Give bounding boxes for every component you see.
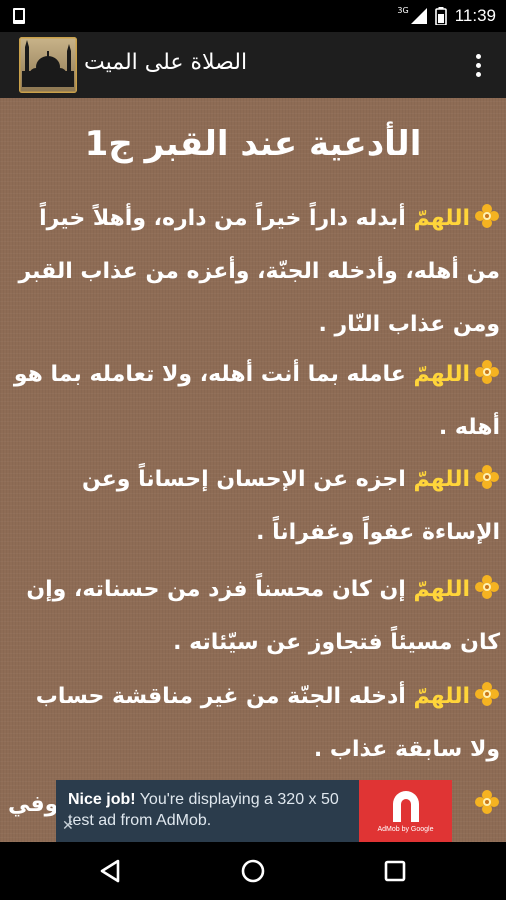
navigation-bar [0, 842, 506, 900]
ad-brand: AdMob by Google [377, 826, 434, 833]
dua-lead: اللهمّ [413, 206, 470, 231]
dua-lead: اللهمّ [413, 362, 470, 387]
admob-logo-icon [393, 791, 419, 822]
app-title: الصلاة على الميت [84, 50, 248, 75]
mosque-icon [19, 37, 77, 93]
ad-close-icon[interactable]: ✕ [62, 818, 74, 834]
dua-item: اللهمّ عامله بما أنت أهله، ولا تعامله بم… [8, 348, 500, 454]
ad-headline: Nice job! [68, 791, 136, 808]
flower-icon [475, 204, 499, 228]
dua-item: اللهمّ أدخله الجنّة من غير مناقشة حساب و… [8, 670, 500, 776]
app-bar: الصلاة على الميت [0, 32, 506, 98]
network-type-label: 3G [397, 5, 409, 15]
signal-icon [410, 8, 427, 24]
flower-icon [475, 575, 499, 599]
ad-text-area[interactable]: Nice job! You're displaying a 320 x 50 t… [56, 780, 359, 842]
ad-text[interactable]: Nice job! You're displaying a 320 x 50 t… [68, 789, 356, 831]
clock: 11:39 [454, 6, 496, 25]
dua-lead: اللهمّ [413, 577, 470, 602]
flower-icon [475, 682, 499, 706]
recents-square-icon[interactable] [380, 856, 410, 886]
dua-lead: اللهمّ [413, 684, 470, 709]
dua-item: اللهمّ أبدله داراً خيراً من داره، وأهلاً… [8, 192, 500, 351]
overflow-menu-icon[interactable] [460, 46, 496, 84]
battery-icon [434, 7, 447, 25]
dua-item: اللهمّ إن كان محسناً فزد من حسناته، وإن … [8, 563, 500, 669]
dua-item: اللهمّ اجزه عن الإحسان إحساناً وعن الإسا… [8, 453, 500, 559]
flower-icon [475, 360, 499, 384]
flower-icon [475, 465, 499, 489]
flower-icon [475, 790, 499, 814]
dua-lead: اللهمّ [413, 467, 470, 492]
back-triangle-icon[interactable] [96, 856, 126, 886]
ad-banner[interactable]: Nice job! You're displaying a 320 x 50 t… [56, 780, 452, 842]
app-logo[interactable] [19, 37, 77, 93]
content-area[interactable]: الأدعية عند القبر ج1 اللهمّ أبدله داراً … [0, 98, 506, 842]
home-circle-icon[interactable] [238, 856, 268, 886]
ad-logo[interactable]: AdMob by Google [359, 780, 452, 842]
notification-icon [13, 8, 25, 24]
dua-text: وفي [8, 792, 59, 817]
page-heading: الأدعية عند القبر ج1 [84, 124, 422, 164]
status-bar: 3G 11:39 [0, 0, 506, 32]
